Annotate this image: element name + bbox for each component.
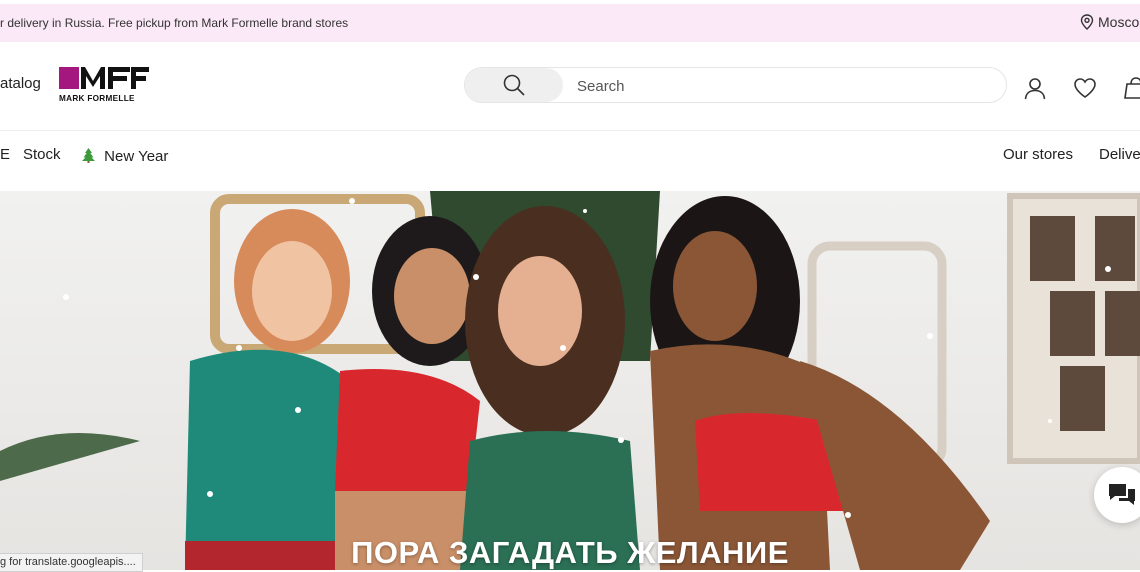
site-header: atalog MARK FORMELLE: [0, 42, 1140, 131]
christmas-tree-icon: [82, 148, 95, 163]
search-bar: [464, 67, 1007, 103]
mark-formelle-logo-icon: MARK FORMELLE: [59, 67, 149, 103]
location-pin-icon: [1080, 14, 1094, 30]
browser-status-bar: g for translate.googleapis....: [0, 553, 143, 572]
chat-bubbles-icon: [1109, 484, 1135, 505]
nav-item-new-year[interactable]: New Year: [82, 148, 168, 165]
nav-item-partial[interactable]: E: [0, 146, 10, 163]
svg-text:MARK FORMELLE: MARK FORMELLE: [59, 94, 135, 103]
promo-bar: r delivery in Russia. Free pickup from M…: [0, 0, 1140, 42]
city-selector[interactable]: Mosco: [1080, 14, 1139, 30]
search-input[interactable]: [575, 74, 989, 98]
hero-headline: ПОРА ЗАГАДАТЬ ЖЕЛАНИЕ: [351, 535, 789, 570]
user-icon[interactable]: [1023, 76, 1047, 100]
nav-item-delivery[interactable]: Delive: [1099, 146, 1140, 163]
search-icon: [503, 74, 525, 96]
hero-photo: [0, 191, 1140, 570]
nav-item-new-year-label: New Year: [104, 148, 169, 165]
search-button[interactable]: [465, 68, 563, 102]
city-name: Mosco: [1098, 14, 1140, 30]
nav-item-stock[interactable]: Stock: [23, 146, 61, 163]
heart-icon[interactable]: [1073, 76, 1097, 100]
promo-text: r delivery in Russia. Free pickup from M…: [0, 16, 349, 30]
main-nav: E Stock New Year Our stores Delive: [0, 131, 1140, 191]
cart-icon[interactable]: [1124, 76, 1140, 100]
hero-banner[interactable]: ПОРА ЗАГАДАТЬ ЖЕЛАНИЕ: [0, 191, 1140, 570]
brand-logo[interactable]: MARK FORMELLE: [58, 66, 150, 104]
nav-item-our-stores[interactable]: Our stores: [1003, 146, 1073, 163]
catalog-button[interactable]: atalog: [0, 75, 41, 92]
